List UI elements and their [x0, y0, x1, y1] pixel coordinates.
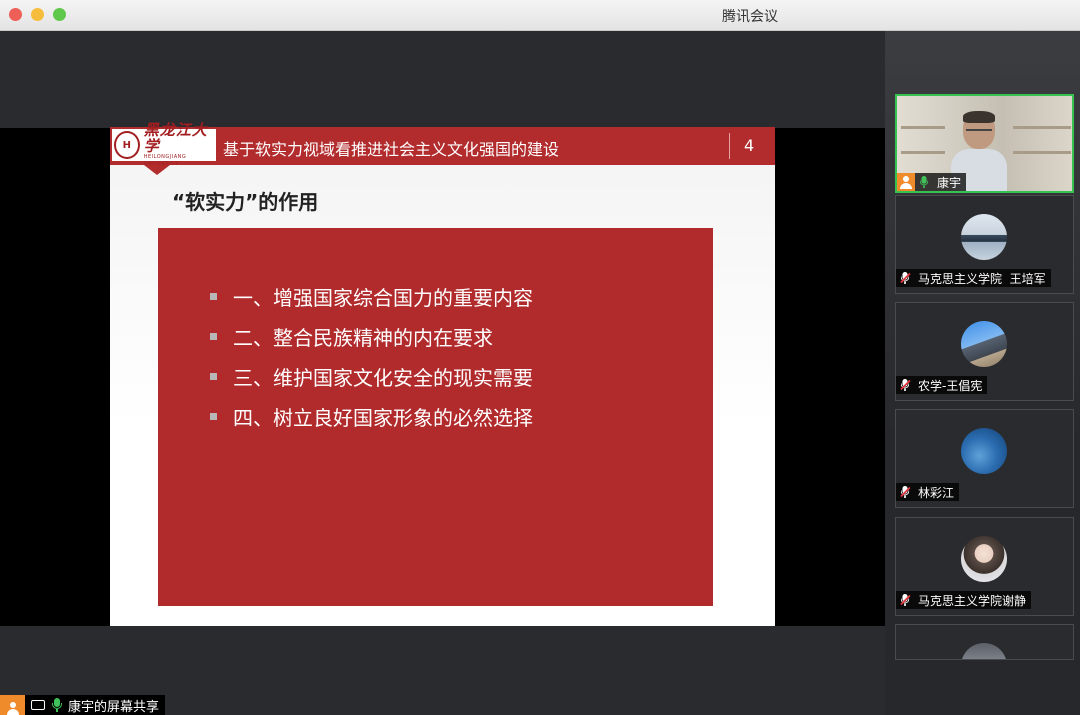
road-avatar-icon — [961, 321, 1007, 367]
globe-avatar-icon — [961, 428, 1007, 474]
participant-panel[interactable]: 康宇 马克思主义学院 王培军 农学-王倡宪 林彩江 马克思主义学院谢静 — [885, 31, 1080, 715]
bullet-square-icon — [210, 332, 217, 340]
participant-name-tag: 马克思主义学院 王培军 — [896, 269, 1051, 287]
bullet-item: 一、增强国家综合国力的重要内容 — [210, 276, 533, 316]
app-title: 腾讯会议 — [722, 9, 778, 25]
bullet-square-icon — [210, 372, 217, 380]
participant-name-tag: 康宇 — [897, 173, 967, 191]
presenter-avatar-icon — [0, 695, 25, 715]
bullet-square-icon — [210, 412, 217, 420]
bullet-panel: 一、增强国家综合国力的重要内容 二、整合民族精神的内在要求 三、维护国家文化安全… — [158, 228, 713, 606]
screen-share-indicator[interactable]: 康宇的屏幕共享 — [0, 695, 166, 715]
presentation-slide: H 黑龙江大学 HEILONGJIANG UNIVERSITY 基于软实力视域看… — [110, 122, 775, 626]
bullet-item: 二、整合民族精神的内在要求 — [210, 316, 533, 356]
slide-header-title: 基于软实力视域看推进社会主义文化强国的建设 — [223, 140, 560, 159]
participant-avatar-icon — [961, 643, 1007, 659]
slide-header: H 黑龙江大学 HEILONGJIANG UNIVERSITY 基于软实力视域看… — [110, 122, 775, 167]
logo-text-cn: 黑龙江大学 — [143, 121, 208, 155]
screen-share-icon — [31, 700, 45, 710]
screen-share-label: 康宇的屏幕共享 — [68, 699, 160, 715]
microphone-muted-icon — [900, 379, 910, 391]
user-avatar-icon — [897, 173, 915, 191]
bullet-list: 一、增强国家综合国力的重要内容 二、整合民族精神的内在要求 三、维护国家文化安全… — [210, 276, 533, 436]
participant-tile-partial[interactable] — [895, 624, 1074, 660]
city-avatar-icon — [961, 214, 1007, 260]
university-seal-icon: H — [114, 131, 140, 159]
microphone-muted-icon — [900, 486, 910, 498]
participant-name-tag: 林彩江 — [896, 483, 960, 501]
portrait-avatar-icon — [961, 536, 1007, 582]
close-window-button[interactable] — [9, 8, 22, 21]
microphone-icon — [919, 176, 929, 188]
slide-section-title: “软实力”的作用 — [172, 190, 319, 214]
participant-tile[interactable]: 农学-王倡宪 — [895, 302, 1074, 401]
microphone-muted-icon — [900, 594, 910, 606]
participant-name-tag: 农学-王倡宪 — [896, 376, 988, 394]
bullet-item: 四、树立良好国家形象的必然选择 — [210, 396, 533, 436]
slide-page-number: 4 — [744, 136, 755, 155]
microphone-muted-icon — [900, 272, 910, 284]
participant-tile[interactable]: 马克思主义学院 王培军 — [895, 195, 1074, 294]
participant-tile[interactable]: 马克思主义学院谢静 — [895, 517, 1074, 616]
participant-name-tag: 马克思主义学院谢静 — [896, 591, 1032, 609]
header-notch — [144, 165, 170, 175]
fullscreen-window-button[interactable] — [53, 8, 66, 21]
shared-screen-area: H 黑龙江大学 HEILONGJIANG UNIVERSITY 基于软实力视域看… — [0, 31, 885, 715]
participant-tile-active-speaker[interactable]: 康宇 — [895, 94, 1074, 193]
bullet-square-icon — [210, 292, 217, 300]
window-title-bar: 腾讯会议 — [0, 0, 1080, 31]
participant-tile[interactable]: 林彩江 — [895, 409, 1074, 508]
minimize-window-button[interactable] — [31, 8, 44, 21]
university-logo: H 黑龙江大学 HEILONGJIANG UNIVERSITY — [112, 122, 216, 167]
bullet-item: 三、维护国家文化安全的现实需要 — [210, 356, 533, 396]
microphone-icon — [52, 698, 62, 712]
header-divider — [729, 133, 730, 159]
